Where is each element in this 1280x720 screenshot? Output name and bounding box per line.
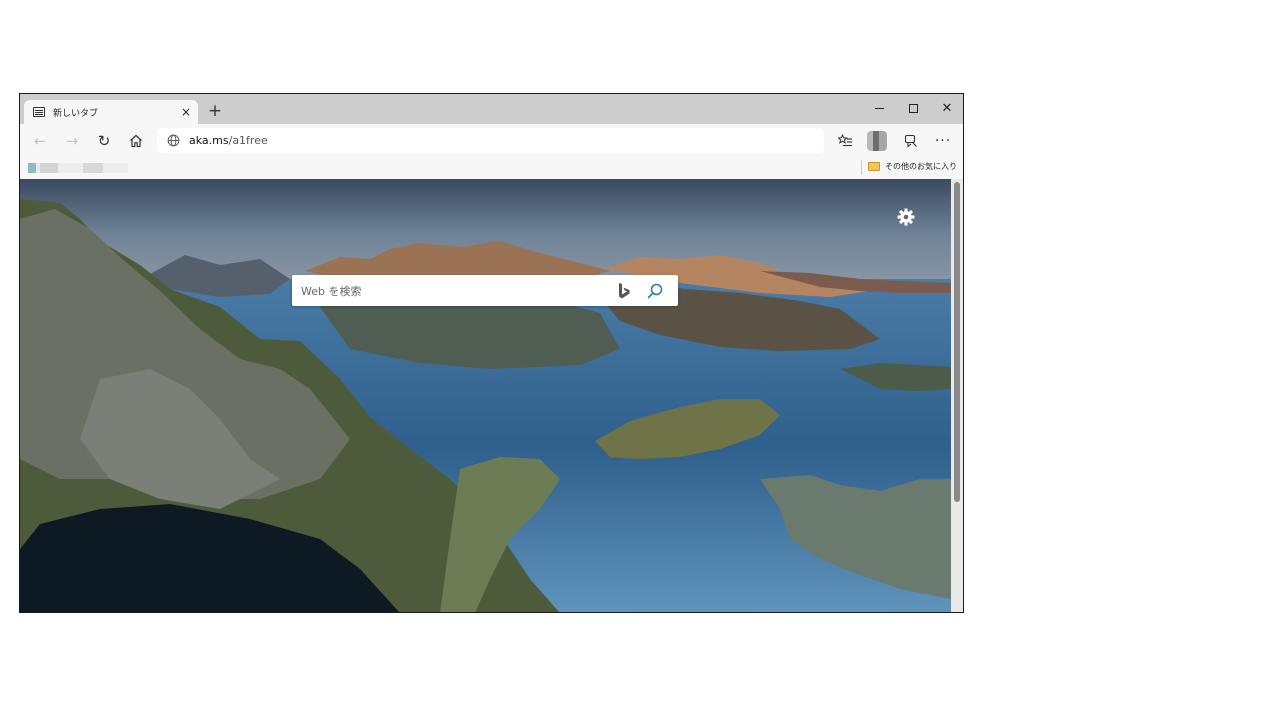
tab-new-tab[interactable]: 新しいタブ × <box>24 100 198 124</box>
back-button[interactable]: ← <box>28 129 52 153</box>
search-icon[interactable] <box>646 282 664 300</box>
favorites-icon <box>837 134 852 147</box>
maximize-button[interactable] <box>896 97 930 119</box>
tab-close-button[interactable]: × <box>178 105 194 119</box>
search-placeholder: Web を検索 <box>301 284 362 298</box>
tab-strip: 新しいタブ × + ✕ <box>20 94 963 124</box>
refresh-button[interactable]: ↻ <box>92 129 116 153</box>
url-path: /a1free <box>228 134 268 147</box>
profile-avatar[interactable] <box>867 131 887 151</box>
gear-icon[interactable] <box>897 208 915 226</box>
close-icon: ✕ <box>941 100 953 116</box>
scrollbar-thumb[interactable] <box>954 182 960 502</box>
home-button[interactable] <box>124 129 148 153</box>
tab-title: 新しいタブ <box>53 108 99 119</box>
more-options-button[interactable]: ··· <box>931 129 955 153</box>
toolbar: ← → ↻ aka.ms/a1free ··· <box>20 124 963 157</box>
other-favorites-label: その他のお気に入り <box>885 162 957 171</box>
new-tab-button[interactable]: + <box>205 102 225 120</box>
globe-icon <box>167 134 180 147</box>
home-icon <box>130 134 142 148</box>
web-search-box[interactable]: Web を検索 <box>292 275 678 306</box>
new-tab-page: Web を検索 <box>20 179 963 612</box>
more-icon: ··· <box>934 133 952 149</box>
favorites-bar-divider <box>861 160 862 175</box>
url-text: aka.ms/a1free <box>189 134 268 147</box>
new-tab-page-icon <box>33 107 45 117</box>
minimize-button[interactable] <box>862 97 896 119</box>
other-favorites-folder[interactable]: その他のお気に入り <box>868 161 957 172</box>
favorites-bar-item[interactable] <box>28 163 128 173</box>
collections-button[interactable] <box>899 129 923 153</box>
favorites-bar: その他のお気に入り <box>20 157 963 179</box>
minimize-icon <box>874 107 884 109</box>
forward-arrow-icon: → <box>65 132 79 150</box>
background-image <box>20 179 951 612</box>
forward-button[interactable]: → <box>60 129 84 153</box>
browser-window: 新しいタブ × + ✕ ← → ↻ aka.ms/a1free ··· その他の… <box>19 93 964 613</box>
close-window-button[interactable]: ✕ <box>930 97 963 119</box>
vertical-scrollbar[interactable] <box>951 179 963 612</box>
bing-icon[interactable] <box>616 282 632 300</box>
collections-icon <box>904 134 917 148</box>
back-arrow-icon: ← <box>33 132 47 150</box>
maximize-icon <box>908 103 918 113</box>
favorites-button[interactable] <box>833 129 857 153</box>
url-host: aka.ms <box>189 134 229 147</box>
refresh-icon: ↻ <box>97 132 111 150</box>
address-bar[interactable]: aka.ms/a1free <box>157 128 824 153</box>
folder-icon <box>868 162 880 171</box>
